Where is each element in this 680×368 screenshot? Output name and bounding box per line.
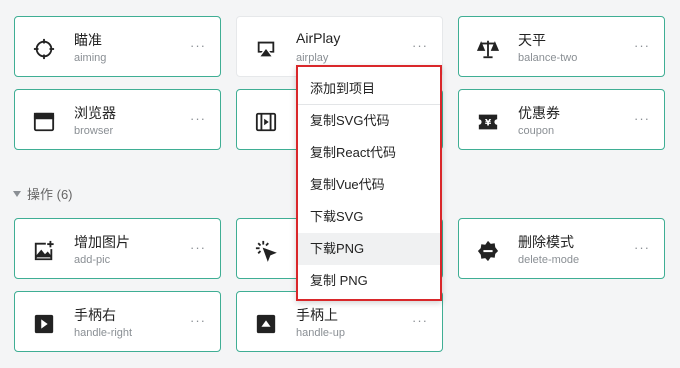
- more-options-button[interactable]: ···: [190, 314, 206, 327]
- delete-mode-icon: [477, 240, 499, 262]
- card-subtitle: add-pic: [74, 254, 111, 266]
- handle-right-icon: [34, 314, 54, 334]
- icon-card-coupon[interactable]: ¥ 优惠券 coupon ···: [458, 89, 665, 150]
- card-subtitle: handle-up: [296, 327, 345, 339]
- card-title: 手柄右: [74, 307, 116, 323]
- context-menu: 添加到项目 复制SVG代码 复制React代码 复制Vue代码 下载SVG 下载…: [296, 65, 442, 301]
- crosshair-icon: [33, 38, 55, 60]
- airplay-icon: [257, 41, 275, 57]
- more-options-button[interactable]: ···: [190, 112, 206, 125]
- card-title: AirPlay: [296, 30, 341, 46]
- card-title: 天平: [518, 32, 546, 48]
- icon-card-aiming[interactable]: 瞄准 aiming ···: [14, 16, 221, 77]
- slides-icon: [255, 112, 277, 132]
- card-subtitle: airplay: [296, 52, 329, 64]
- icon-card-add-pic[interactable]: 增加图片 add-pic ···: [14, 218, 221, 279]
- menu-item-download-svg[interactable]: 下载SVG: [298, 201, 440, 233]
- section-label: 操作 (6): [27, 187, 73, 202]
- icon-card-handle-right[interactable]: 手柄右 handle-right ···: [14, 291, 221, 352]
- icon-card-delete-mode[interactable]: 删除模式 delete-mode ···: [458, 218, 665, 279]
- card-subtitle: handle-right: [74, 327, 133, 339]
- more-options-button[interactable]: ···: [634, 112, 650, 125]
- add-picture-icon: [34, 240, 54, 261]
- card-subtitle: delete-mode: [518, 254, 580, 266]
- svg-text:¥: ¥: [485, 118, 492, 129]
- card-subtitle: aiming: [74, 52, 107, 64]
- more-options-button[interactable]: ···: [190, 241, 206, 254]
- icon-card-browser[interactable]: 浏览器 browser ···: [14, 89, 221, 150]
- caret-down-icon: [13, 190, 21, 197]
- card-subtitle: coupon: [518, 125, 555, 137]
- menu-item-add-to-project[interactable]: 添加到项目: [298, 73, 440, 105]
- more-options-button[interactable]: ···: [634, 241, 650, 254]
- more-options-button[interactable]: ···: [412, 314, 428, 327]
- coupon-icon: ¥: [478, 114, 498, 130]
- card-title: 增加图片: [74, 234, 130, 250]
- card-title: 瞄准: [74, 32, 102, 48]
- click-cursor-icon: [255, 240, 277, 262]
- handle-up-icon: [256, 314, 276, 334]
- card-title: 删除模式: [518, 234, 574, 250]
- more-options-button[interactable]: ···: [634, 39, 650, 52]
- more-options-button[interactable]: ···: [190, 39, 206, 52]
- section-header-operations[interactable]: 操作 (6): [13, 184, 73, 203]
- balance-scale-icon: [477, 40, 499, 59]
- menu-item-copy-svg[interactable]: 复制SVG代码: [298, 105, 440, 137]
- card-title: 优惠券: [518, 105, 560, 121]
- menu-item-copy-vue[interactable]: 复制Vue代码: [298, 169, 440, 201]
- menu-item-copy-png[interactable]: 复制 PNG: [298, 265, 440, 297]
- card-subtitle: browser: [74, 125, 114, 137]
- more-options-button[interactable]: ···: [412, 39, 428, 52]
- icon-card-balance-two[interactable]: 天平 balance-two ···: [458, 16, 665, 77]
- menu-item-download-png[interactable]: 下载PNG: [298, 233, 440, 265]
- card-title: 手柄上: [296, 307, 338, 323]
- browser-window-icon: [33, 112, 55, 132]
- card-subtitle: balance-two: [518, 52, 578, 64]
- menu-item-copy-react[interactable]: 复制React代码: [298, 137, 440, 169]
- card-title: 浏览器: [74, 105, 116, 121]
